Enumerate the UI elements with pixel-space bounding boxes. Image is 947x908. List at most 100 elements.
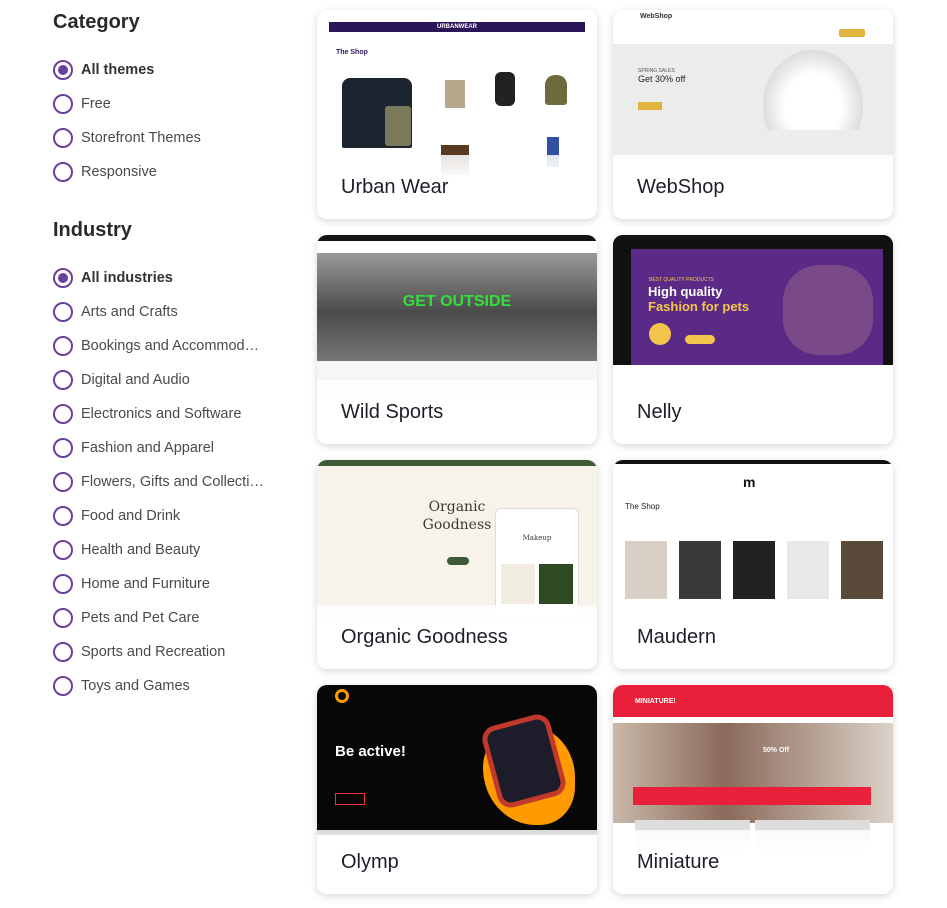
- radio-button[interactable]: [53, 336, 73, 356]
- radio-button[interactable]: [53, 162, 73, 182]
- theme-preview: URBANWEAR The Shop: [317, 10, 597, 175]
- industry-option[interactable]: Electronics and Software: [53, 403, 273, 425]
- preview-brand: URBANWEAR: [437, 24, 477, 30]
- option-label: All industries: [81, 270, 173, 286]
- preview-heading: Get 30% off: [638, 74, 686, 84]
- industry-option[interactable]: Flowers, Gifts and Collecti…: [53, 471, 273, 493]
- theme-preview: BEST QUALITY PRODUCTS High quality Fashi…: [613, 235, 893, 400]
- category-option[interactable]: Storefront Themes: [53, 127, 273, 149]
- theme-card-olymp[interactable]: Be active! Olymp: [317, 685, 597, 894]
- industry-heading: Industry: [53, 219, 132, 241]
- preview-features: [633, 787, 871, 805]
- preview-heading: Be active!: [335, 743, 406, 760]
- preview-navbar: URBANWEAR: [329, 22, 585, 32]
- theme-preview: MINIATURE! 50% Off: [613, 685, 893, 850]
- radio-button[interactable]: [53, 94, 73, 114]
- preview-subheading: Fashion for pets: [648, 299, 750, 314]
- option-label: Pets and Pet Care: [81, 610, 200, 626]
- radio-button[interactable]: [53, 472, 73, 492]
- preview-heading: The Shop: [336, 49, 368, 56]
- radio-button[interactable]: [53, 506, 73, 526]
- option-label: Toys and Games: [81, 678, 190, 694]
- category-option[interactable]: All themes: [53, 59, 273, 81]
- option-label: Sports and Recreation: [81, 644, 226, 660]
- product-image: [787, 541, 829, 599]
- radio-button[interactable]: [53, 438, 73, 458]
- theme-preview: WebShop SPRING SALES Get 30% off: [613, 10, 893, 175]
- option-label: Storefront Themes: [81, 130, 201, 146]
- radio-button[interactable]: [53, 370, 73, 390]
- theme-title: Urban Wear: [341, 176, 449, 198]
- theme-preview: GET OUTSIDE: [317, 235, 597, 400]
- dog-image: [783, 265, 873, 355]
- industry-option[interactable]: Fashion and Apparel: [53, 437, 273, 459]
- preview-button: [447, 557, 469, 565]
- theme-card-wild-sports[interactable]: GET OUTSIDE Wild Sports: [317, 235, 597, 444]
- preview-heading: Organic Goodness: [422, 499, 492, 533]
- radio-button[interactable]: [53, 128, 73, 148]
- option-label: Bookings and Accommoda…: [81, 338, 266, 354]
- backpack-image: [495, 72, 515, 106]
- theme-card-miniature[interactable]: MINIATURE! 50% Off Miniature: [613, 685, 893, 894]
- option-label: Digital and Audio: [81, 372, 190, 388]
- product-image: [841, 541, 883, 599]
- theme-card-webshop[interactable]: WebShop SPRING SALES Get 30% off WebShop: [613, 10, 893, 219]
- theme-title: Miniature: [637, 851, 720, 873]
- industry-option[interactable]: Toys and Games: [53, 675, 273, 697]
- industry-option[interactable]: Bookings and Accommoda…: [53, 335, 273, 357]
- preview-badge: 50% Off: [763, 747, 790, 754]
- industry-option[interactable]: Health and Beauty: [53, 539, 273, 561]
- theme-card-maudern[interactable]: m The Shop Maudern: [613, 460, 893, 669]
- radio-button[interactable]: [53, 676, 73, 696]
- industry-option[interactable]: Home and Furniture: [53, 573, 273, 595]
- option-label: Electronics and Software: [81, 406, 242, 422]
- preview-cta: [839, 29, 865, 37]
- option-label: Flowers, Gifts and Collecti…: [81, 474, 264, 490]
- option-label: All themes: [81, 62, 155, 78]
- product-image: [679, 541, 721, 599]
- industry-option[interactable]: Arts and Crafts: [53, 301, 273, 323]
- hat-image: [545, 75, 567, 105]
- category-option[interactable]: Responsive: [53, 161, 273, 183]
- option-label: Health and Beauty: [81, 542, 201, 558]
- radio-button[interactable]: [53, 60, 73, 80]
- industry-option[interactable]: Sports and Recreation: [53, 641, 273, 663]
- theme-title: Olymp: [341, 851, 399, 873]
- theme-card-organic-goodness[interactable]: Organic Goodness Makeup Organic Goodness: [317, 460, 597, 669]
- preview-button: [638, 102, 662, 110]
- radio-button[interactable]: [53, 268, 73, 288]
- industry-option[interactable]: All industries: [53, 267, 273, 289]
- theme-preview: Organic Goodness Makeup: [317, 460, 597, 625]
- option-label: Responsive: [81, 164, 157, 180]
- theme-card-nelly[interactable]: BEST QUALITY PRODUCTS High quality Fashi…: [613, 235, 893, 444]
- option-label: Home and Furniture: [81, 576, 210, 592]
- preview-brand: MINIATURE!: [635, 698, 676, 705]
- radio-button[interactable]: [53, 540, 73, 560]
- theme-title: Nelly: [637, 401, 682, 423]
- preview-topbar: [317, 235, 597, 241]
- theme-title: Maudern: [637, 626, 716, 648]
- preview-sub: Makeup: [522, 534, 552, 542]
- theme-title: Wild Sports: [341, 401, 444, 423]
- radio-button[interactable]: [53, 302, 73, 322]
- theme-preview: m The Shop: [613, 460, 893, 625]
- preview-avatar: [649, 323, 671, 345]
- preview-topbar: [613, 460, 893, 464]
- preview-hero: [613, 723, 893, 823]
- radio-button[interactable]: [53, 642, 73, 662]
- industry-option[interactable]: Digital and Audio: [53, 369, 273, 391]
- industry-option[interactable]: Pets and Pet Care: [53, 607, 273, 629]
- product-image: [733, 541, 775, 599]
- category-heading: Category: [53, 11, 140, 33]
- preview-button: [335, 793, 365, 805]
- radio-button[interactable]: [53, 574, 73, 594]
- industry-option[interactable]: Food and Drink: [53, 505, 273, 527]
- theme-title: Organic Goodness: [341, 626, 508, 648]
- preview-button: [685, 335, 715, 344]
- radio-button[interactable]: [53, 608, 73, 628]
- shorts-image: [445, 80, 465, 108]
- radio-button[interactable]: [53, 404, 73, 424]
- theme-card-urban-wear[interactable]: URBANWEAR The Shop Urban Wear: [317, 10, 597, 219]
- theme-preview: Be active!: [317, 685, 597, 850]
- category-option[interactable]: Free: [53, 93, 273, 115]
